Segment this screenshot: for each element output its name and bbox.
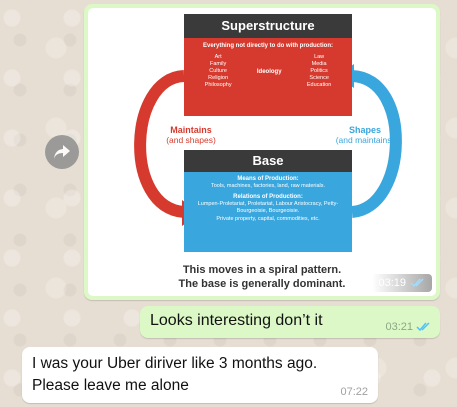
image-message-bubble[interactable]: Superstructure Everything not directly t…	[84, 4, 440, 300]
superstructure-box: Superstructure Everything not directly t…	[184, 14, 352, 116]
superstructure-ideology: Ideology	[256, 68, 282, 75]
relations-text: Lumpen-Proletariat, Proletariat, Labour …	[197, 201, 339, 214]
superstructure-left-list: Art Family Culture Religion Philosophy	[204, 54, 232, 88]
image-message-time: 03:19	[378, 277, 406, 289]
superstructure-title: Superstructure	[184, 14, 352, 38]
image-attachment[interactable]: Superstructure Everything not directly t…	[88, 8, 436, 296]
incoming-message-time: 07:22	[340, 386, 368, 398]
double-check-icon	[416, 322, 430, 332]
means-title: Means of Production:	[237, 176, 299, 182]
base-title: Base	[184, 150, 352, 172]
incoming-message-bubble[interactable]: I was your Uber diriver like 3 months ag…	[22, 347, 378, 403]
outgoing-message-bubble[interactable]: Looks interesting don’t it 03:21	[140, 306, 440, 338]
relations-title: Relations of Production:	[233, 194, 303, 200]
image-message-meta: 03:19	[372, 274, 432, 292]
means-text: Tools, machines, factories, land, raw ma…	[210, 183, 326, 189]
base-box: Base Means of Production: Tools, machine…	[184, 150, 352, 252]
maintains-label: Maintains (and shapes)	[166, 125, 216, 145]
incoming-message-line2: Please leave me alone	[32, 377, 189, 394]
outgoing-message-meta: 03:21	[385, 321, 432, 333]
double-check-icon	[410, 278, 424, 288]
superstructure-subtitle: Everything not directly to do with produ…	[203, 43, 333, 49]
outgoing-message-time: 03:21	[385, 321, 413, 333]
forward-icon	[54, 145, 70, 159]
property-text: Private property, capital, commodities, …	[216, 216, 320, 222]
shapes-label: Shapes (and maintains)	[335, 125, 395, 145]
incoming-message-line1: I was your Uber diriver like 3 months ag…	[32, 355, 318, 372]
superstructure-right-list: Law Media Politics Science Education	[306, 54, 332, 88]
forward-button[interactable]	[45, 135, 79, 169]
